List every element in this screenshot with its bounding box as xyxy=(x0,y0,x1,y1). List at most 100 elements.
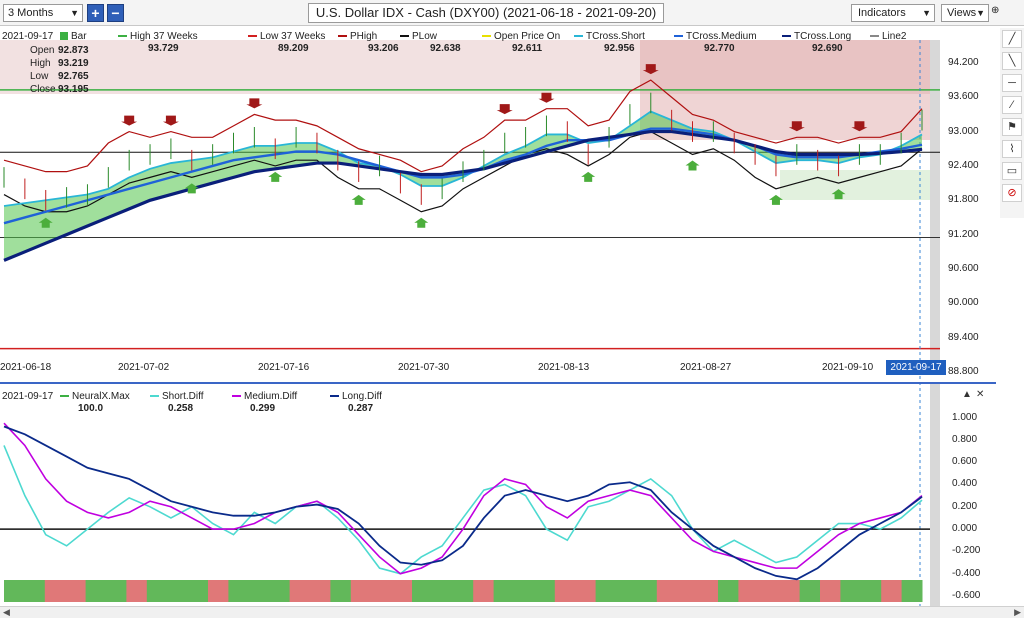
legend-label: Long.Diff xyxy=(342,391,382,402)
chart-window: { "toolbar": { "range_label": "3 Months"… xyxy=(0,0,1024,618)
indicator-tick-label: 0.200 xyxy=(952,500,978,512)
neuralx-bar xyxy=(881,580,903,602)
neuralx-bar xyxy=(452,580,474,602)
indicator-tick-label: -0.200 xyxy=(952,545,981,557)
x-tick-label: 2021-07-02 xyxy=(118,362,170,373)
x-tick-label: 2021-09-10 xyxy=(822,362,874,373)
indicator-legend-value: 0.287 xyxy=(348,403,374,414)
neuralx-bar xyxy=(799,580,821,602)
legend-value: 92.690 xyxy=(812,43,843,54)
legend-item: PHigh xyxy=(338,31,377,42)
x-tick-label: 2021-08-13 xyxy=(538,362,590,373)
price-tick-label: 88.800 xyxy=(948,366,979,377)
open-value: 92.873 xyxy=(58,45,89,56)
neuralx-bar xyxy=(126,580,148,602)
x-tick-label: 2021-06-18 xyxy=(0,362,52,373)
neuralx-bar xyxy=(187,580,209,602)
trendline-icon[interactable]: ╱ xyxy=(1002,30,1022,48)
neuralx-bar xyxy=(167,580,189,602)
neuralx-bar xyxy=(738,580,760,602)
neuralx-bar xyxy=(289,580,311,602)
neuralx-bar xyxy=(697,580,719,602)
x-tick-label: 2021-07-30 xyxy=(398,362,450,373)
buy-arrow-icon xyxy=(685,160,700,171)
chart-canvas[interactable] xyxy=(0,0,1000,606)
close-value: 93.195 xyxy=(58,84,89,95)
price-tick-label: 89.400 xyxy=(948,331,979,343)
neuralx-bar xyxy=(554,580,576,602)
price-legend-date: 2021-09-17 xyxy=(2,31,54,42)
legend-value: 92.638 xyxy=(430,43,461,54)
legend-label: Line2 xyxy=(882,31,907,42)
x-tick-label: 2021-08-27 xyxy=(680,362,732,373)
indicator-tick-label: 0.000 xyxy=(952,523,978,535)
neuralx-bar xyxy=(65,580,87,602)
x-tick-label: 2021-07-16 xyxy=(258,362,310,373)
neuralx-bar xyxy=(616,580,637,602)
neuralx-bar xyxy=(350,580,372,602)
open-label: Open xyxy=(30,45,55,56)
sell-arrow-icon xyxy=(246,98,263,109)
neuralx-bar xyxy=(310,580,331,602)
neuralx-bar xyxy=(901,580,923,602)
neuralx-bar xyxy=(85,580,107,602)
neuralx-bar xyxy=(779,580,801,602)
legend-label: PLow xyxy=(412,31,438,42)
legend-bar: Bar xyxy=(60,31,87,42)
legend-swatch-icon xyxy=(150,395,159,398)
legend-label: Short.Diff xyxy=(162,391,204,402)
neuralx-bar xyxy=(146,580,168,602)
neuralx-bar xyxy=(432,580,454,602)
legend-value: 92.956 xyxy=(604,43,635,54)
legend-label: TCross.Short xyxy=(586,31,645,42)
neuralx-bar xyxy=(677,580,699,602)
neuralx-bar xyxy=(493,580,515,602)
fib-icon[interactable]: ⌇ xyxy=(1002,140,1022,158)
neuralx-bar xyxy=(371,580,393,602)
legend-item: TCross.Medium xyxy=(674,31,757,42)
scroll-right-icon[interactable]: ▶ xyxy=(1014,607,1021,618)
legend-item: TCross.Short xyxy=(574,31,645,42)
indicator-tick-label: 1.000 xyxy=(952,411,978,423)
sell-arrow-icon xyxy=(496,104,513,115)
price-tick-label: 91.200 xyxy=(948,228,979,240)
neuralx-bar xyxy=(412,580,433,602)
current-date-badge: 2021-09-17 xyxy=(886,360,946,375)
legend-swatch-icon xyxy=(330,395,339,398)
indicator-legend-value: 0.258 xyxy=(168,403,194,414)
neuralx-bar xyxy=(24,580,46,602)
delete-icon[interactable]: ⊘ xyxy=(1002,184,1022,202)
legend-value: 93.729 xyxy=(148,43,179,54)
neuralx-bar xyxy=(534,580,556,602)
neuralx-bar xyxy=(4,580,25,602)
sell-arrow-icon xyxy=(162,115,179,126)
legend-label: NeuralX.Max xyxy=(72,391,130,402)
close-label: Close xyxy=(30,84,56,95)
indicator-tick-label: 0.600 xyxy=(952,456,978,468)
neuralx-bar xyxy=(820,580,841,602)
pane-divider[interactable] xyxy=(0,382,996,384)
pane-close-icon[interactable]: ✕ xyxy=(976,389,984,400)
legend-item: Open Price On xyxy=(482,31,560,42)
legend-swatch-icon xyxy=(400,35,409,38)
flag-icon[interactable]: ⚑ xyxy=(1002,118,1022,136)
neuralx-bar xyxy=(575,580,597,602)
neuralx-bar xyxy=(269,580,291,602)
indicator-tick-label: -0.600 xyxy=(952,590,981,601)
horizontal-scrollbar[interactable]: ◀ ▶ xyxy=(0,606,1024,618)
neuralx-bar xyxy=(758,580,780,602)
buy-arrow-icon xyxy=(351,194,366,205)
scroll-left-icon[interactable]: ◀ xyxy=(3,607,10,618)
indicator-tick-label: 0.800 xyxy=(952,433,978,445)
angle-line-icon[interactable]: ⁄ xyxy=(1002,96,1022,114)
horizontal-line-icon[interactable]: ─ xyxy=(1002,74,1022,92)
legend-value: 93.206 xyxy=(368,43,399,54)
pane-up-icon[interactable]: ▲ xyxy=(962,389,972,400)
price-tick-label: 90.600 xyxy=(948,262,979,274)
price-tick-label: 93.600 xyxy=(948,91,979,103)
legend-swatch-icon xyxy=(232,395,241,398)
rectangle-icon[interactable]: ▭ xyxy=(1002,162,1022,180)
ray-icon[interactable]: ╲ xyxy=(1002,52,1022,70)
legend-label: TCross.Long xyxy=(794,31,852,42)
legend-swatch-icon xyxy=(60,395,69,398)
